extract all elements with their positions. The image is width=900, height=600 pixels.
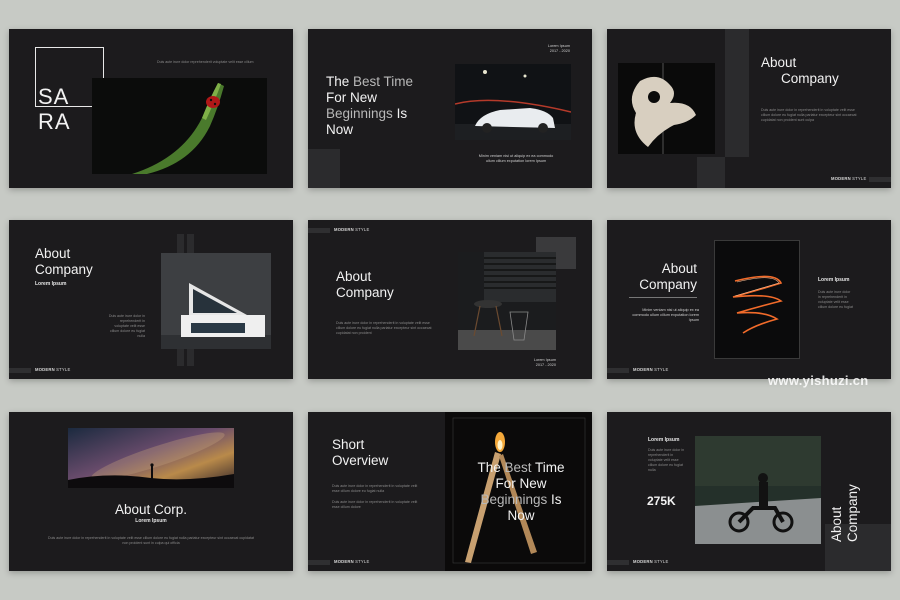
gray-accent-block	[725, 29, 749, 157]
slide-short-overview[interactable]: Short Overview Duis aute irure dolor in …	[308, 412, 592, 571]
photo-caption: Minim veniam nisi ut aliquip ex ea commo…	[478, 154, 554, 163]
side-title: Lorem Ipsum	[648, 437, 680, 443]
body-text-2: Duis aute irure dolor in reprehenderit i…	[332, 500, 418, 509]
stat-value: 275K	[647, 494, 676, 508]
body-text: Duis aute irure dolor in reprehenderit i…	[761, 108, 857, 122]
photo-caption: Minim veniam nisi ut aliquip ex ea commo…	[632, 308, 699, 322]
slide-stats[interactable]: Lorem Ipsum Duis aute irure dolor in rep…	[607, 412, 891, 571]
side-title: Lorem Ipsum	[818, 277, 850, 283]
vertical-title: About Company	[829, 484, 860, 542]
footer-bar	[308, 560, 330, 565]
footer-brand: MODERN STYLE	[334, 559, 370, 564]
header-bar	[308, 228, 330, 233]
title-underline	[629, 297, 697, 298]
slide-title: Short Overview	[332, 437, 389, 468]
slide-title: About Company	[761, 55, 839, 86]
subtitle: Lorem Ipsum	[135, 518, 167, 524]
footer-brand: MODERN STYLE	[633, 367, 669, 372]
gray-accent-block	[308, 149, 340, 188]
slide-sara-cover[interactable]: SA RA Duis aute irure dolor reprehenderi…	[9, 29, 293, 188]
car-photo	[455, 64, 571, 140]
footer-bar	[607, 560, 629, 565]
cover-caption: Duis aute irure dolor reprehenderit volu…	[157, 60, 254, 64]
logo-text-bottom: RA	[38, 109, 71, 134]
date-badge: Lorem Ipsum 2017 - 2020	[533, 358, 556, 367]
side-body: Duis aute irure dolor in reprehenderit i…	[648, 448, 685, 472]
ladybug-photo	[92, 78, 267, 174]
body-text: Duis aute irure dolor in reprehenderit i…	[48, 536, 254, 545]
logo-text-top: SA	[38, 84, 70, 109]
footer-bar	[869, 177, 891, 182]
footer-brand: MODERN STYLE	[35, 367, 71, 372]
footer-brand: MODERN STYLE	[633, 559, 669, 564]
motorcycle-photo	[695, 436, 821, 544]
slide-about-company-3[interactable]: MODERN STYLE About Company Duis aute iru…	[308, 220, 592, 379]
header-brand: MODERN STYLE	[334, 227, 370, 232]
slide-about-corp[interactable]: About Corp. Lorem Ipsum Duis aute irure …	[9, 412, 293, 571]
slide-best-time[interactable]: The Best Time For New Beginnings Is Now …	[308, 29, 592, 188]
body-text: Duis aute irure dolor in reprehenderit i…	[336, 321, 432, 335]
watermark: www.yishuzi.cn	[768, 373, 869, 388]
subtitle: Lorem Ipsum	[35, 281, 67, 287]
side-body: Duis aute irure dolor in reprehenderit i…	[818, 290, 853, 309]
date-badge: Lorem Ipsum 2017 - 2020	[547, 44, 570, 53]
interior-photo	[458, 252, 556, 350]
footer-bar	[9, 368, 31, 373]
gray-accent-block	[697, 157, 725, 188]
body-text: Duis aute irure dolor in reprehenderit i…	[108, 314, 145, 338]
slide-title: About Corp.	[114, 502, 188, 517]
slide-title: The Best Time For New Beginnings Is Now	[326, 74, 414, 137]
footer-brand: MODERN STYLE	[831, 176, 867, 181]
light-painting-photo	[714, 240, 800, 359]
galaxy-photo	[68, 428, 234, 488]
footer-bar	[607, 368, 629, 373]
slide-title: About Company	[336, 269, 394, 300]
overlay-title: The Best Time For New Beginnings Is Now	[477, 460, 565, 523]
sculpture-photo	[618, 63, 715, 154]
building-photo	[161, 253, 271, 349]
slide-about-company-4[interactable]: About Company Minim veniam nisi ut aliqu…	[607, 220, 891, 379]
slide-about-company-2[interactable]: About Company Lorem Ipsum Duis aute irur…	[9, 220, 293, 379]
slide-about-company-1[interactable]: About Company Duis aute irure dolor in r…	[607, 29, 891, 188]
slide-title: About Company	[639, 261, 697, 292]
slide-title: About Company	[35, 246, 93, 277]
body-text-1: Duis aute irure dolor in reprehenderit i…	[332, 484, 418, 493]
